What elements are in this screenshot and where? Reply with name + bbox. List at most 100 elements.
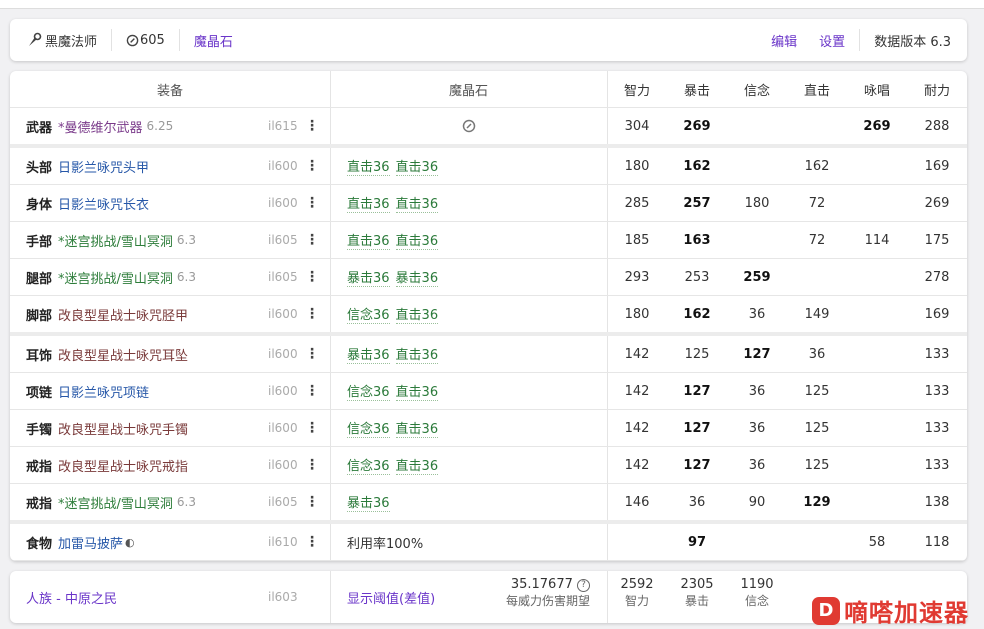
- item-name[interactable]: 改良型星战士咏咒耳坠: [58, 336, 188, 372]
- item-name[interactable]: 加雷马披萨 ◐: [58, 524, 135, 560]
- materia-slots: 直击36 直击36: [347, 185, 444, 221]
- item-name-text: *迷宫挑战/雪山冥洞: [58, 234, 173, 250]
- stat-sps: [847, 410, 907, 446]
- no-materia-icon: [462, 119, 475, 133]
- row-menu-icon[interactable]: ⋮: [305, 296, 319, 332]
- stat-int: 180: [624, 158, 650, 174]
- materia-slot[interactable]: 直击36: [347, 156, 390, 176]
- edit-link[interactable]: 编辑: [771, 31, 797, 50]
- item-name[interactable]: *迷宫挑战/雪山冥洞 6.3: [58, 222, 196, 258]
- row-menu-icon[interactable]: ⋮: [305, 410, 319, 446]
- row-menu-icon[interactable]: ⋮: [305, 484, 319, 520]
- item-name[interactable]: 日影兰咏咒长衣: [58, 185, 149, 221]
- materia-slot[interactable]: 信念36: [347, 381, 390, 401]
- stat-det: 127: [743, 346, 771, 362]
- materia-slot[interactable]: 直击36: [395, 455, 439, 475]
- race-selector[interactable]: 人族 - 中原之民: [26, 571, 117, 623]
- stat-sps: [847, 185, 907, 221]
- row-menu-icon[interactable]: ⋮: [305, 447, 319, 483]
- no-materia-slot: [330, 108, 607, 144]
- watermark-logo-icon: D: [812, 596, 840, 625]
- item-version: 6.3: [176, 270, 196, 284]
- row-menu-icon[interactable]: ⋮: [305, 259, 319, 295]
- materia-slot[interactable]: 暴击36: [395, 267, 439, 287]
- item-name[interactable]: 日影兰咏咒项链: [58, 373, 149, 409]
- item-name[interactable]: 改良型星战士咏咒手镯: [58, 410, 188, 446]
- item-name[interactable]: 改良型星战士咏咒胫甲: [58, 296, 188, 332]
- slot-label: 头部: [26, 160, 53, 176]
- item-name-text: 改良型星战士咏咒胫甲: [58, 308, 189, 324]
- materia-slot[interactable]: 直击36: [347, 230, 390, 250]
- materia-slot[interactable]: 直击36: [395, 230, 439, 250]
- item-version: 6.3: [176, 495, 196, 509]
- materia-slot[interactable]: 直击36: [395, 156, 439, 176]
- row-menu-icon[interactable]: ⋮: [305, 336, 319, 372]
- materia-slot[interactable]: 直击36: [395, 418, 439, 438]
- materia-slot[interactable]: 直击36: [395, 193, 439, 213]
- row-menu-icon[interactable]: ⋮: [305, 108, 319, 144]
- stat-crit: 127: [683, 383, 711, 399]
- item-name[interactable]: 日影兰咏咒头甲: [58, 148, 149, 184]
- materia-tab-link[interactable]: 魔晶石: [194, 19, 233, 61]
- materia-slot[interactable]: 暴击36: [347, 344, 390, 364]
- stat-vit: 288: [924, 118, 950, 134]
- item-name[interactable]: *迷宫挑战/雪山冥洞 6.3: [58, 259, 196, 295]
- stat-crit: 36: [688, 494, 706, 510]
- stat-vit: 133: [924, 420, 950, 436]
- materia-slot[interactable]: 暴击36: [347, 267, 390, 287]
- materia-slot[interactable]: 信念36: [347, 304, 390, 324]
- slot-label: 戒指: [26, 459, 53, 475]
- row-menu-icon[interactable]: ⋮: [305, 185, 319, 221]
- row-menu-icon[interactable]: ⋮: [305, 148, 319, 184]
- item-name[interactable]: *迷宫挑战/雪山冥洞 6.3: [58, 484, 196, 520]
- table-row: 脚部 改良型星战士咏咒胫甲 il600 ⋮ 信念36 直击36 180 162 36 149 169: [10, 296, 967, 336]
- materia-slot[interactable]: 信念36: [347, 455, 390, 475]
- stat-dh: [787, 524, 847, 560]
- stat-crit: 163: [683, 232, 711, 248]
- materia-slot[interactable]: 直击36: [395, 381, 439, 401]
- materia-slot[interactable]: 直击36: [395, 344, 439, 364]
- total-crit-value: 2305: [680, 577, 714, 592]
- header-bar: 黑魔法师 605 魔晶石 编辑 设置 数据版本 6.3: [10, 19, 967, 61]
- stat-crit: 162: [683, 158, 711, 174]
- item-level-display: 605: [126, 19, 165, 61]
- stat-det: 259: [743, 269, 771, 285]
- table-row: 武器 *曼德维尔武器 6.25 il615 ⋮ 304 269 269 288: [10, 108, 967, 148]
- stat-det: [727, 108, 787, 144]
- materia-slot[interactable]: 暴击36: [347, 492, 390, 512]
- stat-det: [727, 222, 787, 258]
- job-selector[interactable]: 黑魔法师: [26, 19, 97, 61]
- item-version: 6.25: [146, 119, 174, 133]
- table-row: 头部 日影兰咏咒头甲 il600 ⋮ 直击36 直击36 180 162 162 169: [10, 148, 967, 185]
- materia-slots: 暴击36: [347, 484, 396, 520]
- damage-value: 35.17677: [510, 577, 573, 592]
- stat-sps: [847, 447, 907, 483]
- stat-dh: 125: [804, 383, 830, 399]
- threshold-toggle[interactable]: 显示阈值(差值): [347, 571, 435, 623]
- stat-int: 304: [624, 118, 650, 134]
- damage-expectation: 35.17677 ? 每威力伤害期望: [480, 577, 590, 609]
- item-name[interactable]: 改良型星战士咏咒戒指: [58, 447, 188, 483]
- total-det-value: 1190: [740, 577, 774, 592]
- total-int: 2592 智力: [607, 577, 667, 609]
- stat-vit: 133: [924, 383, 950, 399]
- stat-int: 142: [624, 346, 650, 362]
- item-name[interactable]: *曼德维尔武器 6.25: [58, 108, 173, 144]
- stat-vit: 133: [924, 346, 950, 362]
- materia-slot[interactable]: 信念36: [347, 418, 390, 438]
- materia-slots: 信念36 直击36: [347, 447, 444, 483]
- materia-slot[interactable]: 直击36: [395, 304, 439, 324]
- stat-vit: 138: [924, 494, 950, 510]
- materia-slot[interactable]: 直击36: [347, 193, 390, 213]
- row-menu-icon[interactable]: ⋮: [305, 373, 319, 409]
- row-menu-icon[interactable]: ⋮: [305, 524, 319, 560]
- stat-det: [727, 148, 787, 184]
- table-row: 戒指 改良型星战士咏咒戒指 il600 ⋮ 信念36 直击36 142 127 36 125 133: [10, 447, 967, 484]
- slot-label: 食物: [26, 536, 53, 552]
- settings-link[interactable]: 设置: [819, 31, 845, 50]
- gear-column-header: 装备: [156, 83, 183, 99]
- item-level: il605: [268, 270, 298, 284]
- help-icon[interactable]: ?: [577, 579, 590, 592]
- row-menu-icon[interactable]: ⋮: [305, 222, 319, 258]
- table-header-row: 装备 魔晶石 智力 暴击 信念 直击 咏唱 耐力: [10, 71, 967, 108]
